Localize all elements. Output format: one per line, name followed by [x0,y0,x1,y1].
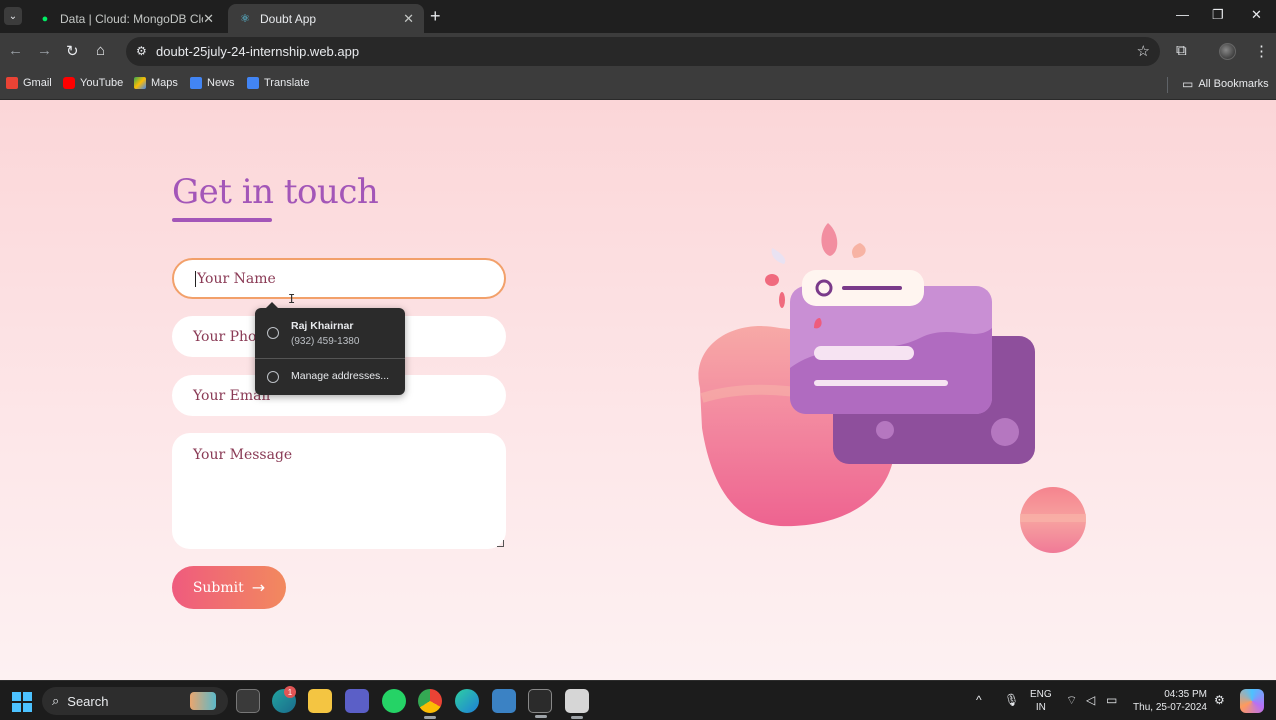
snipping-tool-icon[interactable] [565,689,589,719]
page-title: Get in touch [172,172,379,212]
microphone-icon[interactable]: 🎙 [1004,693,1019,707]
bookmark-maps[interactable]: Maps [134,77,178,89]
name-input[interactable]: Your Name [172,258,506,299]
notepad-icon[interactable] [492,689,516,713]
tab-mongodb[interactable]: ● Data | Cloud: MongoDB Cloud ✕ [28,4,224,33]
bookmark-label: Translate [264,77,310,89]
profile-avatar[interactable] [1219,43,1236,60]
contact-cards-illustration [698,223,1086,553]
address-bar[interactable]: ⚙ doubt-25july-24-internship.web.app ☆ [126,37,1160,66]
tab-strip: ⌄ ● Data | Cloud: MongoDB Cloud ✕ ⚛ Doub… [0,0,1276,33]
bookmark-label: YouTube [80,77,124,89]
all-bookmarks-button[interactable]: ▭ All Bookmarks [1182,77,1269,91]
gmail-icon [6,77,18,89]
teams-icon[interactable] [345,689,369,713]
battery-icon[interactable]: ▭ [1106,693,1117,707]
chrome-taskbar-icon[interactable] [418,689,442,719]
browser-toolbar: ← → ↻ ⌂ ⚙ doubt-25july-24-internship.web… [0,33,1276,71]
message-placeholder: Your Message [193,447,293,463]
forward-arrow-icon[interactable]: → [37,42,52,59]
tab-label: Doubt App [260,11,317,26]
tab-search-button[interactable]: ⌄ [4,7,22,25]
restore-button[interactable]: ❐ [1212,7,1224,23]
reload-icon[interactable]: ↻ [66,42,79,60]
resize-handle-icon[interactable] [497,540,504,547]
system-clock[interactable]: 04:35 PM Thu, 25-07-2024 [1133,688,1207,714]
close-tab-icon[interactable]: ✕ [203,11,214,27]
popup-pointer [265,302,279,309]
news-icon [190,77,202,89]
clock-time: 04:35 PM [1164,689,1207,700]
chevron-up-icon[interactable]: ^ [976,693,982,707]
bookmark-label: Maps [151,77,178,89]
search-highlight-image [190,692,216,710]
bookmark-translate[interactable]: Translate [247,77,309,89]
translate-icon [247,77,259,89]
tab-label: Data | Cloud: MongoDB Cloud [60,11,203,26]
volume-icon[interactable]: ◁ [1086,693,1095,707]
whatsapp-icon[interactable] [382,689,406,713]
submit-label: Submit [192,579,244,596]
youtube-icon [63,77,75,89]
manage-addresses-label: Manage addresses... [291,370,390,382]
bookmark-news[interactable]: News [190,77,235,89]
text-caret [195,270,196,287]
folder-icon: ▭ [1182,77,1194,91]
terminal-icon[interactable] [528,689,552,718]
autofill-popup: Raj Khairnar (932) 459-1380 Manage addre… [255,302,405,395]
home-icon[interactable]: ⌂ [96,42,105,59]
edge-icon[interactable] [455,689,479,713]
file-explorer-icon[interactable] [308,689,332,713]
bookmark-gmail[interactable]: Gmail [6,77,52,89]
windows-taskbar: ⌕ Search 1 ^ 🎙 ENG IN ⌔ ◁ ▭ 04:35 PM Thu… [0,680,1276,720]
input-language[interactable]: ENG IN [1030,688,1052,714]
suggestion-name: Raj Khairnar [291,320,354,332]
search-icon: ⌕ [52,693,60,708]
close-window-button[interactable]: ✕ [1251,7,1262,23]
clock-date: Thu, 25-07-2024 [1133,702,1207,713]
bookmark-label: News [207,77,235,89]
task-view-icon[interactable] [236,689,260,713]
text-cursor-icon: I [288,292,296,306]
minimize-button[interactable]: — [1176,7,1189,22]
close-tab-icon[interactable]: ✕ [403,11,414,27]
maps-icon [134,77,146,89]
bookmarks-bar: Gmail YouTube Maps News Translate ▭ All … [0,71,1276,100]
url-text: doubt-25july-24-internship.web.app [156,44,360,59]
back-arrow-icon[interactable]: ← [8,42,23,59]
notification-badge: 1 [284,686,296,698]
language-code: ENG [1030,689,1052,700]
search-label: Search [67,693,109,709]
bookmark-label: Gmail [23,77,52,89]
mongodb-leaf-icon: ● [41,12,49,25]
menu-kebab-icon[interactable]: ⋮ [1254,42,1269,60]
bookmark-star-icon[interactable]: ☆ [1137,42,1150,60]
person-icon [267,327,279,339]
suggestion-phone: (932) 459-1380 [291,336,360,347]
site-info-icon[interactable]: ⚙ [136,44,147,58]
submit-button[interactable]: Submit → [172,566,286,609]
taskbar-search[interactable]: ⌕ Search [42,687,228,715]
name-placeholder: Your Name [197,270,276,287]
copilot-icon[interactable] [1240,689,1264,713]
windows-start-icon[interactable] [12,692,32,712]
message-textarea[interactable]: Your Message [172,433,506,549]
extensions-puzzle-icon[interactable]: ⧉ [1176,42,1187,59]
chrome-icon [267,371,279,383]
tab-doubt-app[interactable]: ⚛ Doubt App ✕ [228,4,424,33]
region-code: IN [1035,702,1046,713]
bookmark-youtube[interactable]: YouTube [63,77,123,89]
contact-page: Get in touch Your Name Your Phone Your E… [0,100,1276,680]
wifi-icon[interactable]: ⌔ [1066,693,1077,708]
new-tab-button[interactable]: + [430,7,441,25]
notification-bell-icon[interactable]: ⚙ [1214,693,1225,707]
react-logo-icon: ⚛ [240,13,250,25]
popup-divider [255,358,405,359]
title-underline [172,218,272,222]
arrow-right-icon: → [251,578,266,597]
bookmarks-divider [1167,77,1168,93]
all-bookmarks-label: All Bookmarks [1198,78,1269,90]
